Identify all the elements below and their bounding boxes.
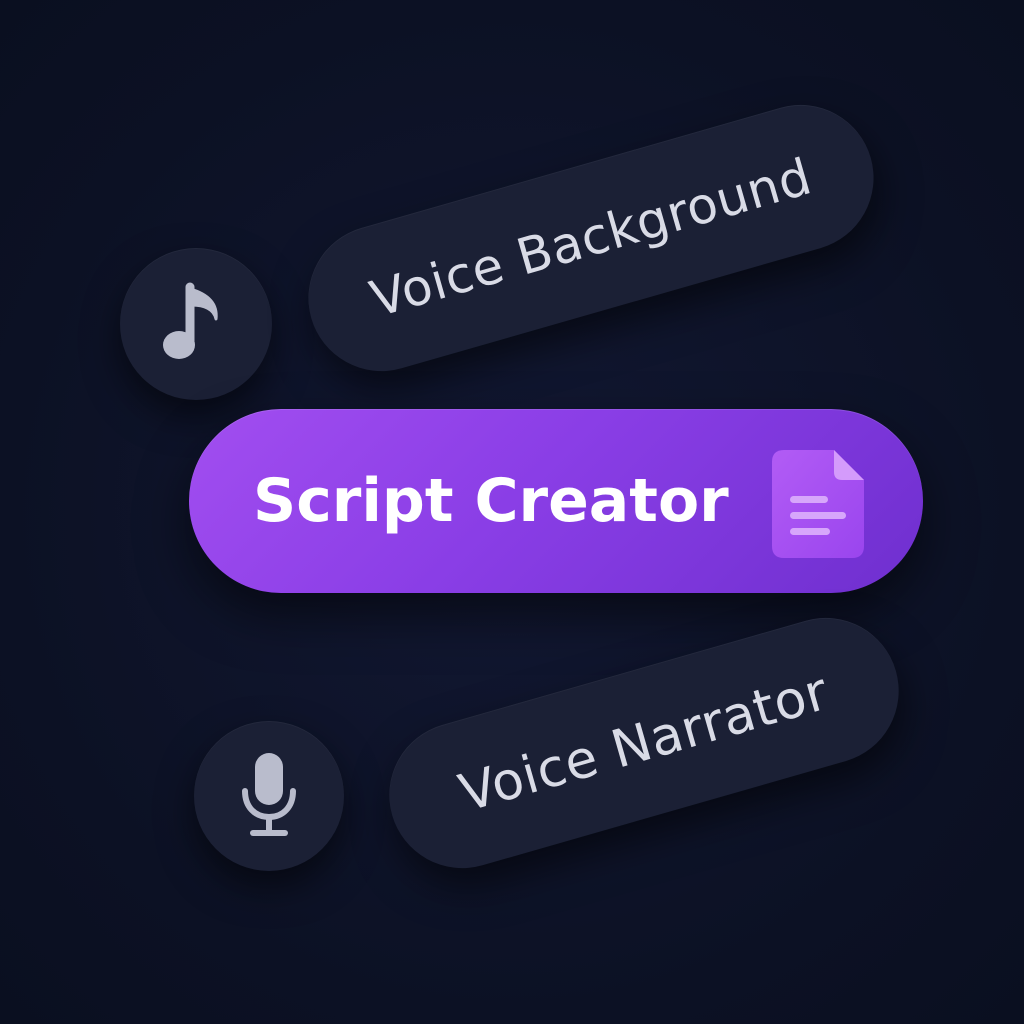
voice-narrator-label: Voice Narrator <box>453 661 835 825</box>
canvas: Voice Background Script Creator Voice Na… <box>0 0 1024 1024</box>
voice-background-icon-button[interactable] <box>120 248 272 400</box>
music-note-icon <box>163 282 218 359</box>
script-creator-label: Script Creator <box>253 466 729 536</box>
document-icon <box>772 450 864 558</box>
voice-background-button[interactable]: Voice Background <box>291 87 891 389</box>
voice-narrator-button[interactable]: Voice Narrator <box>372 600 916 886</box>
voice-narrator-icon-button[interactable] <box>194 721 344 871</box>
voice-background-label: Voice Background <box>364 147 818 329</box>
script-creator-button[interactable]: Script Creator <box>189 409 923 593</box>
microphone-icon <box>242 753 296 836</box>
